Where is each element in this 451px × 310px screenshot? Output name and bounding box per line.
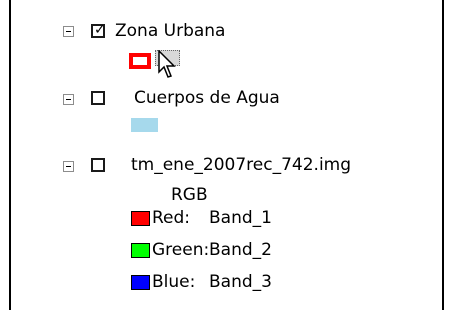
- layer-name-cuerpos-de-agua[interactable]: Cuerpos de Agua: [134, 88, 280, 108]
- zona-urbana-symbol-swatch[interactable]: [129, 53, 151, 69]
- band-name-label: Band_3: [209, 272, 272, 292]
- green-channel-swatch: [131, 243, 150, 258]
- band-channel-label: Red:: [152, 208, 191, 228]
- collapse-zona-urbana-button[interactable]: [63, 26, 74, 37]
- layer-name-zona-urbana[interactable]: Zona Urbana: [115, 21, 225, 41]
- layer-visibility-checkbox-zona-urbana[interactable]: ✓: [91, 22, 106, 38]
- layer-visibility-checkbox-cuerpos-de-agua[interactable]: [91, 91, 105, 105]
- layer-visibility-checkbox-raster[interactable]: [91, 158, 105, 172]
- layer-name-raster[interactable]: tm_ene_2007rec_742.img: [131, 155, 351, 175]
- band-name-label: Band_2: [209, 240, 272, 260]
- checkmark-icon: ✓: [94, 22, 106, 38]
- collapse-cuerpos-de-agua-button[interactable]: [63, 94, 74, 105]
- band-channel-label: Green:: [152, 240, 210, 260]
- cuerpos-de-agua-symbol-swatch[interactable]: [131, 118, 158, 132]
- band-channel-label: Blue:: [152, 272, 196, 292]
- renderer-label: RGB: [171, 185, 208, 205]
- band-name-label: Band_1: [209, 208, 272, 228]
- left-border: [9, 0, 11, 310]
- table-of-contents: ✓ Zona Urbana Cuerpos de Agua tm_ene_200…: [0, 0, 451, 310]
- mouse-pointer-icon: [158, 50, 176, 78]
- right-border: [442, 0, 444, 310]
- red-channel-swatch: [131, 211, 150, 226]
- collapse-raster-layer-button[interactable]: [63, 161, 74, 172]
- blue-channel-swatch: [131, 275, 150, 290]
